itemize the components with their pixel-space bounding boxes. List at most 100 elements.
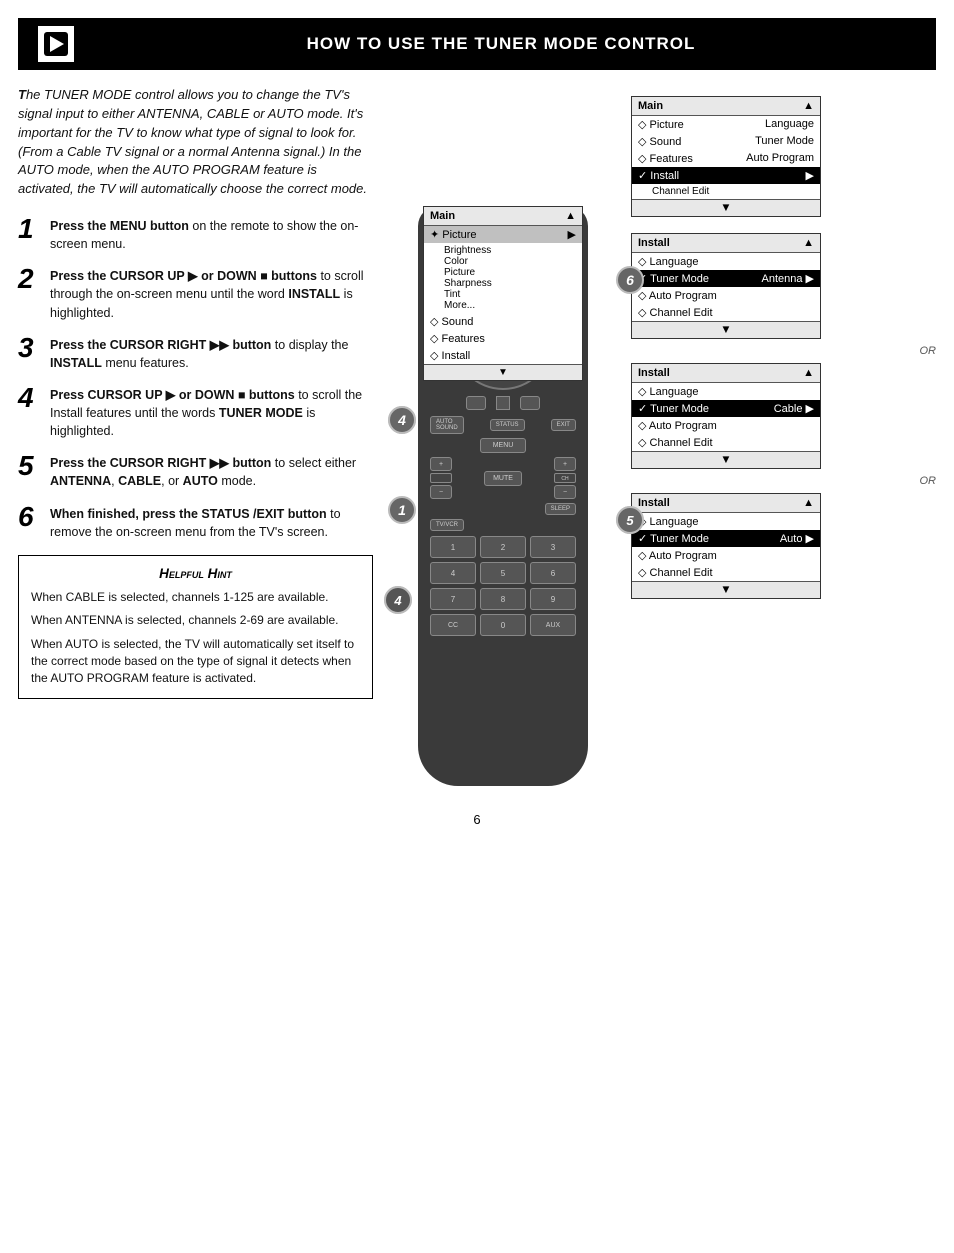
page-title: How to Use the Tuner Mode Control [86, 34, 916, 54]
remote-btn-4[interactable]: 4 [430, 562, 476, 584]
menu-row-install: ◇ Install [424, 347, 582, 364]
remote-ch-up[interactable]: + [554, 457, 576, 471]
remote-btn-aux[interactable]: AUX [530, 614, 576, 636]
ant-language-row: ◇ Language [632, 253, 820, 270]
remote-btn-6[interactable]: 6 [530, 562, 576, 584]
cable-autoprogram-row: ◇ Auto Program [632, 417, 820, 434]
step-5: 5 Press the CURSOR RIGHT ▶▶ button to se… [18, 454, 373, 490]
step-6: 6 When finished, press the STATUS /EXIT … [18, 505, 373, 541]
remote-mute-btn[interactable]: MUTE [484, 471, 522, 486]
antenna-up: ▲ [803, 237, 814, 249]
hint-item-1: When CABLE is selected, channels 1-125 a… [31, 589, 360, 606]
install-main-up: ▲ [803, 100, 814, 112]
step-badge-5: 5 [616, 506, 644, 534]
menu-brightness: Brightness [444, 245, 576, 256]
auto-up: ▲ [803, 497, 814, 509]
remote-exit-btn[interactable]: EXIT [551, 419, 576, 431]
step-badge-4b: 4 [384, 586, 412, 614]
step-3: 3 Press the CURSOR RIGHT ▶▶ button to di… [18, 336, 373, 372]
remote-menu-btn[interactable]: MENU [480, 438, 527, 453]
main-menu-title: Main [430, 210, 455, 222]
remote-numpad: 1 2 3 4 5 6 7 8 9 CC 0 AUX [430, 536, 576, 636]
step-1-text: Press the MENU button on the remote to s… [50, 217, 373, 253]
remote-btn-5[interactable]: 5 [480, 562, 526, 584]
auto-autoprogram-row: ◇ Auto Program [632, 547, 820, 564]
remote-vol-up[interactable]: + [430, 457, 452, 471]
step-4: 4 Press CURSOR UP ▶ or DOWN ■ buttons to… [18, 386, 373, 440]
page-header: How to Use the Tuner Mode Control [18, 18, 936, 70]
main-menu-header: Main ▲ [424, 207, 582, 226]
remote-tvvcr-btn[interactable]: TV/VCR [430, 519, 464, 531]
main-menu-display: Main ▲ ✦ Picture▶ Brightness Color Pictu… [423, 206, 583, 381]
remote-btn-7[interactable]: 7 [430, 588, 476, 610]
im-channel-edit: Channel Edit [652, 186, 709, 197]
install-antenna-menu: Install ▲ ◇ Language ✓ Tuner ModeAntenna… [631, 233, 821, 339]
hint-title: Helpful Hint [31, 566, 360, 581]
menu-row-picture: ✦ Picture▶ [424, 226, 582, 243]
or-label-2: OR [631, 473, 936, 489]
remote-auto-sound-btn[interactable]: AUTOSOUND [430, 416, 464, 434]
remote-vol-down[interactable]: − [430, 485, 452, 499]
remote-btn-cc[interactable]: CC [430, 614, 476, 636]
intro-paragraph: The TUNER MODE control allows you to cha… [18, 86, 373, 199]
step-badge-1: 1 [388, 496, 416, 524]
remote-ff-btn[interactable] [520, 396, 540, 410]
main-menu-arrow-up: ▲ [565, 210, 576, 222]
step-badge-6: 6 [616, 266, 644, 294]
step-5-text: Press the CURSOR RIGHT ▶▶ button to sele… [50, 454, 373, 490]
step-1-number: 1 [18, 215, 40, 243]
remote-btn-9[interactable]: 9 [530, 588, 576, 610]
antenna-title: Install [638, 237, 670, 249]
antenna-header: Install ▲ [632, 234, 820, 253]
auto-footer: ▼ [632, 581, 820, 598]
step-6-number: 6 [18, 503, 40, 531]
step-6-text: When finished, press the STATUS /EXIT bu… [50, 505, 373, 541]
menus-column: Main ▲ ◇ PictureLanguage ◇ SoundTuner Mo… [631, 86, 936, 786]
remote-ch-label: CH [554, 473, 576, 483]
or-label-1: OR [631, 343, 936, 359]
hint-item-3: When AUTO is selected, the TV will autom… [31, 636, 360, 688]
remote-btn-3[interactable]: 3 [530, 536, 576, 558]
remote-btn-0[interactable]: 0 [480, 614, 526, 636]
auto-language-row: ◇ Language [632, 513, 820, 530]
install-cable-menu: Install ▲ ◇ Language ✓ Tuner ModeCable ▶… [631, 363, 821, 469]
step-5-number: 5 [18, 452, 40, 480]
remote-btn-1[interactable]: 1 [430, 536, 476, 558]
ant-channeledit-row: ◇ Channel Edit [632, 304, 820, 321]
menu-color: Color [444, 256, 576, 267]
cable-header: Install ▲ [632, 364, 820, 383]
remote-sleep-btn[interactable]: SLEEP [545, 503, 576, 515]
menu-picture: Picture [444, 267, 576, 278]
menu-row-features: ◇ Features [424, 330, 582, 347]
step-3-number: 3 [18, 334, 40, 362]
antenna-footer: ▼ [632, 321, 820, 338]
page-number: 6 [0, 802, 954, 845]
cable-footer: ▼ [632, 451, 820, 468]
remote-status-btn[interactable]: STATUS [490, 419, 525, 431]
auto-title: Install [638, 497, 670, 509]
remote-btn-2[interactable]: 2 [480, 536, 526, 558]
cable-channeledit-row: ◇ Channel Edit [632, 434, 820, 451]
content-area: The TUNER MODE control allows you to cha… [0, 70, 954, 802]
step-1: 1 Press the MENU button on the remote to… [18, 217, 373, 253]
ant-autoprogram-row: ◇ Auto Program [632, 287, 820, 304]
remote-stop-btn[interactable] [496, 396, 510, 410]
remote-vol-label [430, 473, 452, 483]
step-2: 2 Press the CURSOR UP ▶ or DOWN ■ button… [18, 267, 373, 321]
cable-language-row: ◇ Language [632, 383, 820, 400]
hint-item-2: When ANTENNA is selected, channels 2-69 … [31, 612, 360, 629]
auto-tunermode-row: ✓ Tuner ModeAuto ▶ [632, 530, 820, 547]
cable-tunermode-row: ✓ Tuner ModeCable ▶ [632, 400, 820, 417]
remote-btn-8[interactable]: 8 [480, 588, 526, 610]
step-2-text: Press the CURSOR UP ▶ or DOWN ■ buttons … [50, 267, 373, 321]
cable-up: ▲ [803, 367, 814, 379]
cable-title: Install [638, 367, 670, 379]
remote-ch-down[interactable]: − [554, 485, 576, 499]
auto-channeledit-row: ◇ Channel Edit [632, 564, 820, 581]
menu-row-sound: ◇ Sound [424, 313, 582, 330]
im-features-row: ◇ FeaturesAuto Program [632, 150, 820, 167]
remote-rewind-btn[interactable] [466, 396, 486, 410]
step-3-text: Press the CURSOR RIGHT ▶▶ button to disp… [50, 336, 373, 372]
install-main-title: Main [638, 100, 663, 112]
menu-tint: Tint [444, 289, 576, 300]
